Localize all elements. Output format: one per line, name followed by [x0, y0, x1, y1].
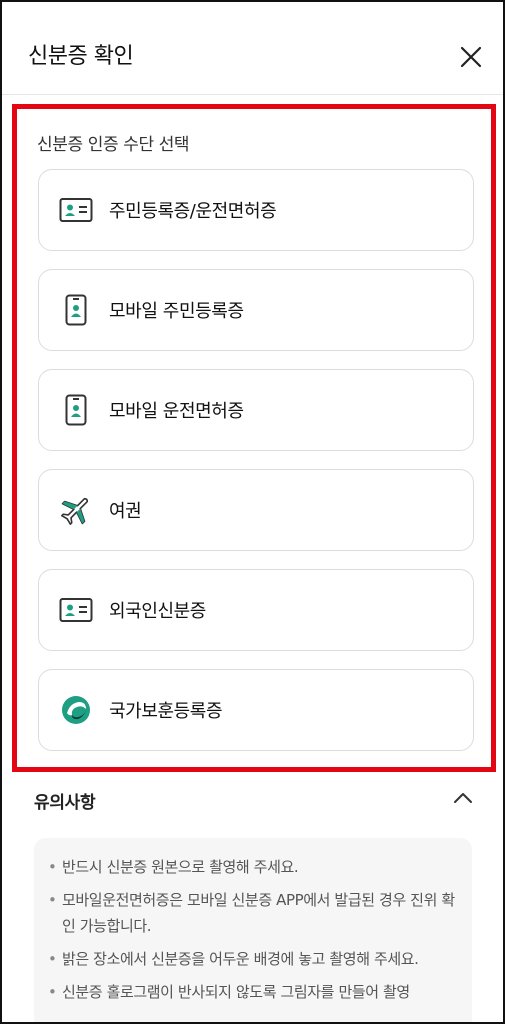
notes-box: • 반드시 신분증 원본으로 촬영해 주세요. • 모바일운전면허증은 모바일 신분… [34, 838, 472, 1022]
chevron-up-icon[interactable] [452, 790, 474, 806]
option-label: 국가보훈등록증 [109, 701, 223, 722]
option-passport[interactable]: 여권 [38, 469, 474, 551]
option-veteran-card[interactable]: 국가보훈등록증 [38, 669, 474, 751]
section-label: 신분증 인증 수단 선택 [37, 135, 190, 155]
notes-title: 유의사항 [34, 793, 96, 813]
list-item: • 신분증 홀로그램이 반사되지 않도록 그림자를 만들어 촬영 [48, 983, 410, 1001]
list-item: • 반드시 신분증 원본으로 촬영해 주세요. [48, 858, 299, 876]
list-item: • 밝은 장소에서 신분증을 어두운 배경에 놓고 촬영해 주세요. [48, 950, 419, 968]
id-card-icon [59, 593, 93, 627]
modal-header: 신분증 확인 [2, 2, 503, 95]
option-label: 여권 [109, 501, 142, 522]
id-card-icon [59, 193, 93, 227]
close-icon[interactable] [456, 42, 486, 72]
mobile-id-icon [59, 393, 93, 427]
option-label: 주민등록증/운전면허증 [109, 201, 277, 222]
option-mobile-resident-card[interactable]: 모바일 주민등록증 [38, 269, 474, 351]
patriot-emblem-icon [59, 693, 93, 727]
option-label: 모바일 운전면허증 [109, 401, 244, 422]
modal-title: 신분증 확인 [28, 44, 134, 69]
option-label: 모바일 주민등록증 [109, 301, 244, 322]
option-resident-driver-card[interactable]: 주민등록증/운전면허증 [38, 169, 474, 251]
notes-list: • 반드시 신분증 원본으로 촬영해 주세요. • 모바일운전면허증은 모바일 신분… [34, 838, 472, 1005]
option-mobile-driver-license[interactable]: 모바일 운전면허증 [38, 369, 474, 451]
option-label: 외국인신분증 [109, 601, 206, 622]
mobile-id-icon [59, 293, 93, 327]
modal-frame: 신분증 확인 신분증 인증 수단 선택 주민등록증/운전면허증 모바일 주민등록… [0, 0, 505, 1024]
id-method-section: 신분증 인증 수단 선택 주민등록증/운전면허증 모바일 주민등록증 모바일 운… [12, 104, 496, 772]
airplane-icon [59, 493, 93, 527]
option-foreigner-id[interactable]: 외국인신분증 [38, 569, 474, 651]
list-item: • 모바일운전면허증은 모바일 신분증 APP에서 발급된 경우 진위 확인 가능… [48, 891, 455, 935]
